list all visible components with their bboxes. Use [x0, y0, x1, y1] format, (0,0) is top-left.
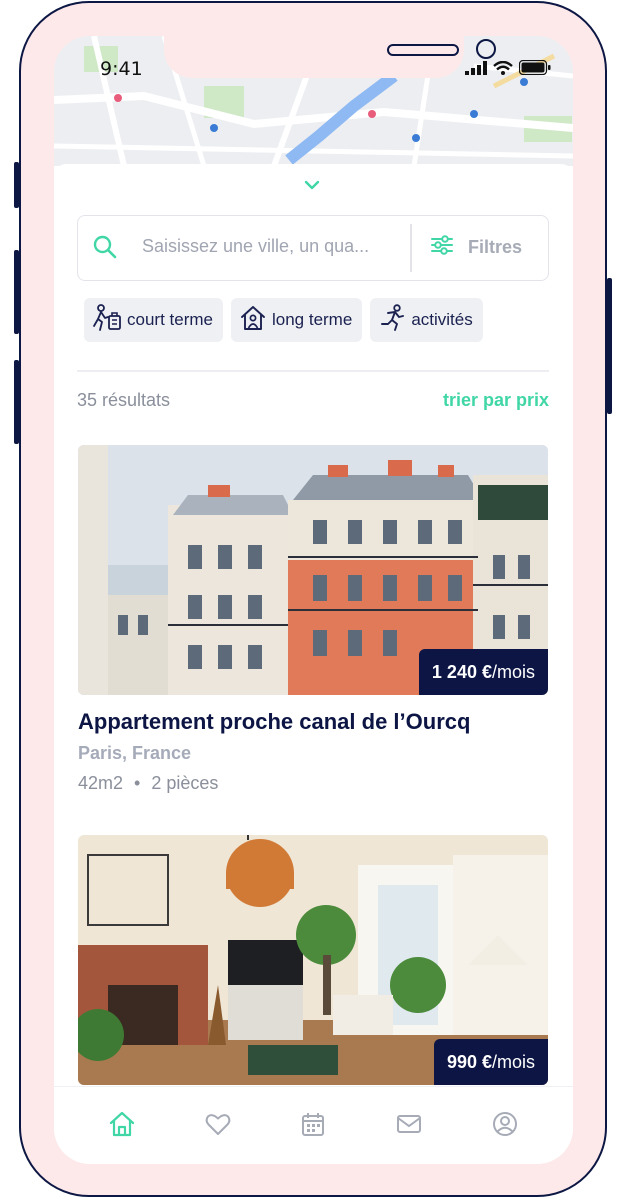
price-amount: 1 240 € — [431, 661, 492, 682]
screen: 9:41 Saisissez une ville, un qua... Filt… — [54, 36, 573, 1164]
side-button-volume-up — [14, 250, 19, 334]
listing-location: Paris, France — [78, 743, 192, 763]
chip-label: court terme — [127, 310, 213, 329]
divider — [77, 370, 549, 372]
listing-title[interactable]: Appartement proche canal de l’Ourcq — [78, 709, 548, 735]
listing-card[interactable]: 1 240 €/mois Appartement proche canal de… — [78, 445, 548, 794]
price-unit: /mois — [491, 661, 535, 682]
status-icons — [465, 60, 551, 75]
bottom-navbar — [54, 1086, 573, 1164]
listing-area: 42m2 — [78, 773, 124, 793]
price-badge: 1 240 €/mois — [418, 649, 548, 695]
search-icon — [92, 234, 118, 264]
chip-activites[interactable]: activités — [370, 298, 483, 342]
price-badge: 990 €/mois — [433, 1039, 548, 1085]
profile-icon[interactable] — [491, 1110, 519, 1142]
sliders-icon — [430, 234, 454, 260]
collapse-chevron-icon[interactable] — [302, 176, 322, 195]
walker-luggage-icon — [92, 303, 122, 337]
listing-meta: 42m2 • 2 pièces — [78, 773, 548, 794]
side-button-mute — [14, 162, 19, 208]
side-button-power — [607, 278, 612, 414]
status-time: 9:41 — [100, 58, 143, 80]
price-unit: /mois — [491, 1051, 535, 1072]
calendar-icon[interactable] — [299, 1110, 327, 1142]
listing-photo[interactable]: 1 240 €/mois — [78, 445, 548, 695]
results-count: 35 résultats — [77, 390, 171, 410]
chip-label: activités — [411, 310, 473, 329]
chip-court-terme[interactable]: court terme — [84, 298, 223, 342]
wifi-icon — [493, 60, 513, 75]
listing-card[interactable]: 990 €/mois — [78, 835, 548, 1085]
search-bar: Filtres — [77, 215, 549, 281]
listing-photo[interactable]: 990 €/mois — [78, 835, 548, 1085]
signal-icon — [465, 60, 487, 75]
notch — [164, 36, 496, 78]
side-button-volume-down — [14, 360, 19, 444]
battery-icon — [519, 60, 551, 75]
filters-button[interactable]: Filtres — [430, 234, 522, 260]
mail-icon[interactable] — [395, 1110, 423, 1142]
search-separator — [410, 224, 412, 272]
filters-label: Filtres — [468, 236, 523, 257]
meta-separator: • — [134, 773, 141, 793]
chip-label: long terme — [271, 310, 353, 329]
price-amount: 990 € — [446, 1051, 492, 1072]
category-chips: court terme long terme activités — [84, 298, 483, 342]
camera-icon — [476, 39, 496, 59]
sort-by-price-link[interactable]: trier par prix — [443, 390, 549, 411]
search-input[interactable] — [142, 236, 392, 257]
map-view[interactable]: 9:41 — [54, 36, 573, 166]
listing-rooms: 2 pièces — [151, 773, 219, 793]
results-sheet: Filtres court terme — [54, 164, 573, 1164]
heart-icon[interactable] — [204, 1110, 232, 1142]
house-person-icon — [239, 304, 267, 337]
chip-long-terme[interactable]: long terme — [230, 298, 363, 342]
home-icon[interactable] — [108, 1110, 136, 1142]
runner-icon — [378, 303, 406, 337]
speaker-grille — [387, 44, 459, 56]
